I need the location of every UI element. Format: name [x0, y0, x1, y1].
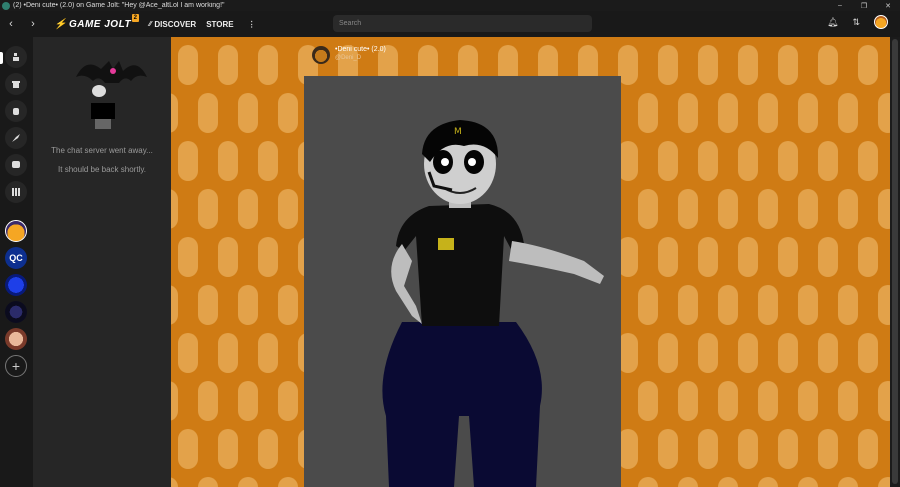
- community-blue[interactable]: [5, 274, 27, 296]
- chat-offline-message: The chat server went away...: [51, 146, 153, 155]
- back-button[interactable]: ‹: [0, 18, 22, 30]
- close-button[interactable]: ✕: [876, 2, 900, 10]
- bell-icon[interactable]: 🔔︎: [827, 17, 838, 28]
- backpack-icon[interactable]: [5, 100, 27, 122]
- minimize-button[interactable]: –: [828, 2, 852, 9]
- bolt-icon: ⚡: [54, 18, 67, 30]
- scrollbar-thumb[interactable]: [892, 39, 898, 484]
- library-icon[interactable]: [5, 181, 27, 203]
- search-input[interactable]: Search: [333, 15, 592, 32]
- chat-offline-submessage: It should be back shortly.: [58, 165, 146, 174]
- user-avatar[interactable]: [874, 15, 888, 29]
- app-icon: [2, 1, 10, 10]
- post-author-name[interactable]: •Deni cute• (2.0): [335, 46, 386, 53]
- discover-link[interactable]: ⁄⁄ DISCOVER: [149, 20, 196, 29]
- post-view: •Deni cute• (2.0) @Deni_D M: [171, 37, 890, 487]
- window-titlebar: (2) •Deni cute• (2.0) on Game Jolt: "Hey…: [0, 0, 900, 11]
- friends-icon[interactable]: ⇅: [852, 17, 860, 28]
- more-menu-button[interactable]: ⋮: [248, 20, 256, 29]
- community-dark[interactable]: [5, 301, 27, 323]
- discover-label: DISCOVER: [154, 19, 197, 29]
- add-community-button[interactable]: +: [5, 355, 27, 377]
- bat-mascot-icon: [76, 61, 147, 129]
- forward-button[interactable]: ›: [22, 18, 44, 30]
- top-navigation: ‹ › ⚡ GAME JOLT 2 ⁄⁄ DISCOVER STORE ⋮ Se…: [0, 11, 900, 37]
- creator-icon[interactable]: [5, 127, 27, 149]
- discover-icon: ⁄⁄: [149, 20, 152, 28]
- nav-right-actions: 🔔︎ ⇅: [827, 15, 888, 29]
- chat-icon[interactable]: [5, 154, 27, 176]
- notification-count-badge: 2: [132, 13, 140, 22]
- logo-text: GAME JOLT: [68, 18, 132, 30]
- gamejolt-logo[interactable]: ⚡ GAME JOLT 2: [54, 13, 140, 30]
- community-qc[interactable]: QC: [5, 247, 27, 269]
- post-header: •Deni cute• (2.0) @Deni_D: [312, 46, 386, 64]
- post-author-username[interactable]: @Deni_D: [335, 55, 386, 61]
- maximize-button[interactable]: ❐: [852, 2, 876, 10]
- community-orange-avatar[interactable]: [5, 220, 27, 242]
- author-avatar[interactable]: [312, 46, 330, 64]
- left-rail: QC +: [0, 37, 33, 487]
- window-title: (2) •Deni cute• (2.0) on Game Jolt: "Hey…: [13, 2, 225, 9]
- active-indicator: [0, 52, 3, 64]
- post-artwork-image[interactable]: M: [304, 76, 621, 487]
- character-drawing: M: [382, 120, 604, 487]
- chat-panel: The chat server went away... It should b…: [33, 37, 171, 487]
- community-pink[interactable]: [5, 328, 27, 350]
- home-icon[interactable]: [5, 46, 27, 68]
- svg-text:M: M: [454, 127, 462, 137]
- store-icon[interactable]: [5, 73, 27, 95]
- store-link[interactable]: STORE: [206, 20, 233, 29]
- page-scrollbar[interactable]: [890, 37, 900, 487]
